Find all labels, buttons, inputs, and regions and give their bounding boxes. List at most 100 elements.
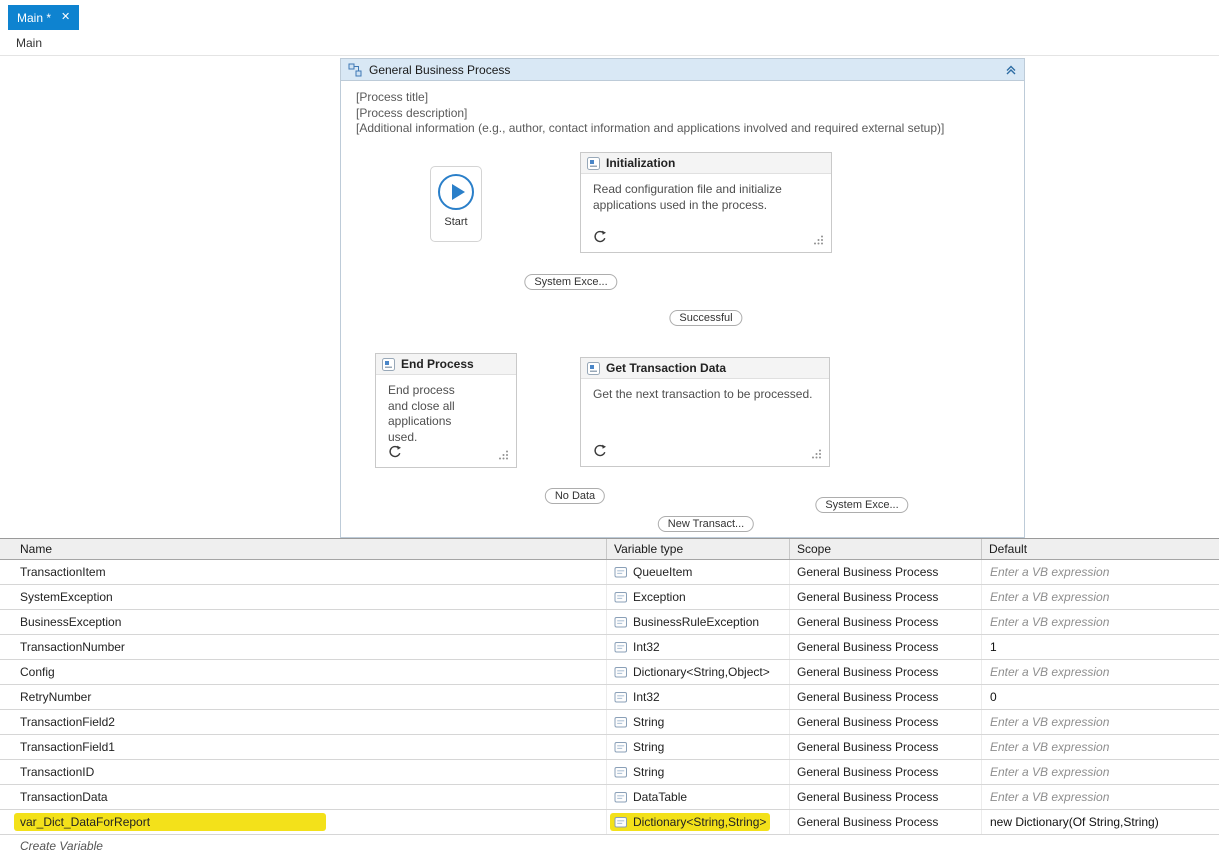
variable-default-cell[interactable]: Enter a VB expression <box>982 660 1219 684</box>
variable-default-cell[interactable]: new Dictionary(Of String,String) <box>982 810 1219 834</box>
variable-name-cell[interactable]: BusinessException <box>0 610 607 634</box>
variable-scope-cell[interactable]: General Business Process <box>790 710 982 734</box>
variable-type-icon <box>614 766 627 777</box>
variable-default-cell[interactable]: 1 <box>982 635 1219 659</box>
variable-scope: General Business Process <box>797 740 939 754</box>
variable-row[interactable]: BusinessException BusinessRuleException … <box>0 610 1219 635</box>
variable-type-cell[interactable]: String <box>607 735 790 759</box>
variable-row[interactable]: TransactionField1 String General Busines… <box>0 735 1219 760</box>
variable-name-cell[interactable]: var_Dict_DataForReport <box>0 810 607 834</box>
variable-default-cell[interactable]: 0 <box>982 685 1219 709</box>
variable-scope-cell[interactable]: General Business Process <box>790 735 982 759</box>
variable-type-cell[interactable]: String <box>607 710 790 734</box>
create-variable[interactable]: Create Variable <box>0 835 1219 853</box>
column-header-scope: Scope <box>790 539 982 559</box>
activity-initialization[interactable]: Initialization Read configuration file a… <box>580 152 832 253</box>
variable-default-cell[interactable]: Enter a VB expression <box>982 760 1219 784</box>
activity-get-transaction-data[interactable]: Get Transaction Data Get the next transa… <box>580 357 830 467</box>
variable-row[interactable]: TransactionID String General Business Pr… <box>0 760 1219 785</box>
variable-name-cell[interactable]: TransactionID <box>0 760 607 784</box>
variable-scope-cell[interactable]: General Business Process <box>790 660 982 684</box>
activity-end-process[interactable]: End Process End process and close all ap… <box>375 353 517 468</box>
variable-type-cell[interactable]: QueueItem <box>607 560 790 584</box>
variable-default-cell[interactable]: Enter a VB expression <box>982 785 1219 809</box>
variable-type: String <box>633 765 665 779</box>
variable-type-cell[interactable]: DataTable <box>607 785 790 809</box>
flowchart-icon <box>348 63 362 76</box>
variable-row[interactable]: TransactionItem QueueItem General Busine… <box>0 560 1219 585</box>
variable-scope-cell[interactable]: General Business Process <box>790 585 982 609</box>
type-wrap: QueueItem <box>610 563 696 581</box>
variable-name-cell[interactable]: TransactionField2 <box>0 710 607 734</box>
variable-default: Enter a VB expression <box>990 565 1110 579</box>
resize-grip-icon[interactable] <box>811 449 822 460</box>
container-header[interactable]: General Business Process <box>341 59 1024 81</box>
variable-default-cell[interactable]: Enter a VB expression <box>982 735 1219 759</box>
variable-scope-cell[interactable]: General Business Process <box>790 610 982 634</box>
variable-type: String <box>633 740 665 754</box>
variable-name-cell[interactable]: TransactionField1 <box>0 735 607 759</box>
activity-description: Get the next transaction to be processed… <box>593 387 813 401</box>
variable-type-cell[interactable]: Int32 <box>607 685 790 709</box>
variable-default-cell[interactable]: Enter a VB expression <box>982 585 1219 609</box>
variable-scope-cell[interactable]: General Business Process <box>790 635 982 659</box>
breadcrumb[interactable]: Main <box>16 36 42 50</box>
variable-name-cell[interactable]: RetryNumber <box>0 685 607 709</box>
variable-scope-cell[interactable]: General Business Process <box>790 810 982 834</box>
variable-type-cell[interactable]: Exception <box>607 585 790 609</box>
variable-name-cell[interactable]: TransactionNumber <box>0 635 607 659</box>
variable-scope-cell[interactable]: General Business Process <box>790 760 982 784</box>
resize-grip-icon[interactable] <box>813 235 824 246</box>
column-header-name: Name <box>0 539 607 559</box>
variables-panel: Name Variable type Scope Default Transac… <box>0 538 1219 853</box>
variable-row[interactable]: var_Dict_DataForReport Dictionary<String… <box>0 810 1219 835</box>
connector-label-successful[interactable]: Successful <box>669 310 743 326</box>
variable-type-cell[interactable]: Int32 <box>607 635 790 659</box>
variable-scope-cell[interactable]: General Business Process <box>790 785 982 809</box>
variable-type-icon <box>614 716 627 727</box>
variable-type-cell[interactable]: String <box>607 760 790 784</box>
variable-row[interactable]: TransactionData DataTable General Busine… <box>0 785 1219 810</box>
type-wrap: BusinessRuleException <box>610 613 763 631</box>
column-header-default: Default <box>989 542 1028 556</box>
variable-scope: General Business Process <box>797 615 939 629</box>
activity-description: Read configuration file and initialize a… <box>593 182 782 212</box>
variable-default-cell[interactable]: Enter a VB expression <box>982 610 1219 634</box>
variable-row[interactable]: RetryNumber Int32 General Business Proce… <box>0 685 1219 710</box>
variable-name: TransactionID <box>20 765 95 779</box>
tab-main[interactable]: Main * ✕ <box>8 5 80 30</box>
start-node[interactable]: Start <box>430 166 482 242</box>
activity-icon <box>587 156 600 170</box>
variable-name-cell[interactable]: SystemException <box>0 585 607 609</box>
variable-row[interactable]: TransactionNumber Int32 General Business… <box>0 635 1219 660</box>
variable-type-cell[interactable]: BusinessRuleException <box>607 610 790 634</box>
variable-type-icon <box>614 791 627 802</box>
variable-row[interactable]: TransactionField2 String General Busines… <box>0 710 1219 735</box>
activity-header[interactable]: End Process <box>376 354 516 375</box>
tab-close-icon[interactable]: ✕ <box>61 12 70 23</box>
variable-row[interactable]: SystemException Exception General Busine… <box>0 585 1219 610</box>
variable-default: 0 <box>990 690 997 704</box>
variable-default-cell[interactable]: Enter a VB expression <box>982 560 1219 584</box>
variable-scope: General Business Process <box>797 715 939 729</box>
connector-label-system-exception-top[interactable]: System Exce... <box>524 274 618 290</box>
variable-scope-cell[interactable]: General Business Process <box>790 560 982 584</box>
connector-label-system-exception-right[interactable]: System Exce... <box>815 497 909 513</box>
variable-name-cell[interactable]: TransactionData <box>0 785 607 809</box>
variable-name-cell[interactable]: TransactionItem <box>0 560 607 584</box>
connector-label-no-data[interactable]: No Data <box>544 488 606 504</box>
resize-grip-icon[interactable] <box>498 450 509 461</box>
connector-label-new-transaction[interactable]: New Transact... <box>657 516 755 532</box>
activity-header[interactable]: Get Transaction Data <box>581 358 829 379</box>
variable-type-cell[interactable]: Dictionary<String,Object> <box>607 660 790 684</box>
variable-default-cell[interactable]: Enter a VB expression <box>982 710 1219 734</box>
variable-type-icon <box>614 666 627 677</box>
workflow-canvas[interactable]: General Business Process [Process title]… <box>0 56 1219 538</box>
variable-type-cell[interactable]: Dictionary<String,String> <box>607 810 790 834</box>
variable-scope-cell[interactable]: General Business Process <box>790 685 982 709</box>
activity-header[interactable]: Initialization <box>581 153 831 174</box>
variable-row[interactable]: Config Dictionary<String,Object> General… <box>0 660 1219 685</box>
variable-name-cell[interactable]: Config <box>0 660 607 684</box>
variable-scope: General Business Process <box>797 665 939 679</box>
collapse-icon[interactable] <box>1005 64 1017 76</box>
